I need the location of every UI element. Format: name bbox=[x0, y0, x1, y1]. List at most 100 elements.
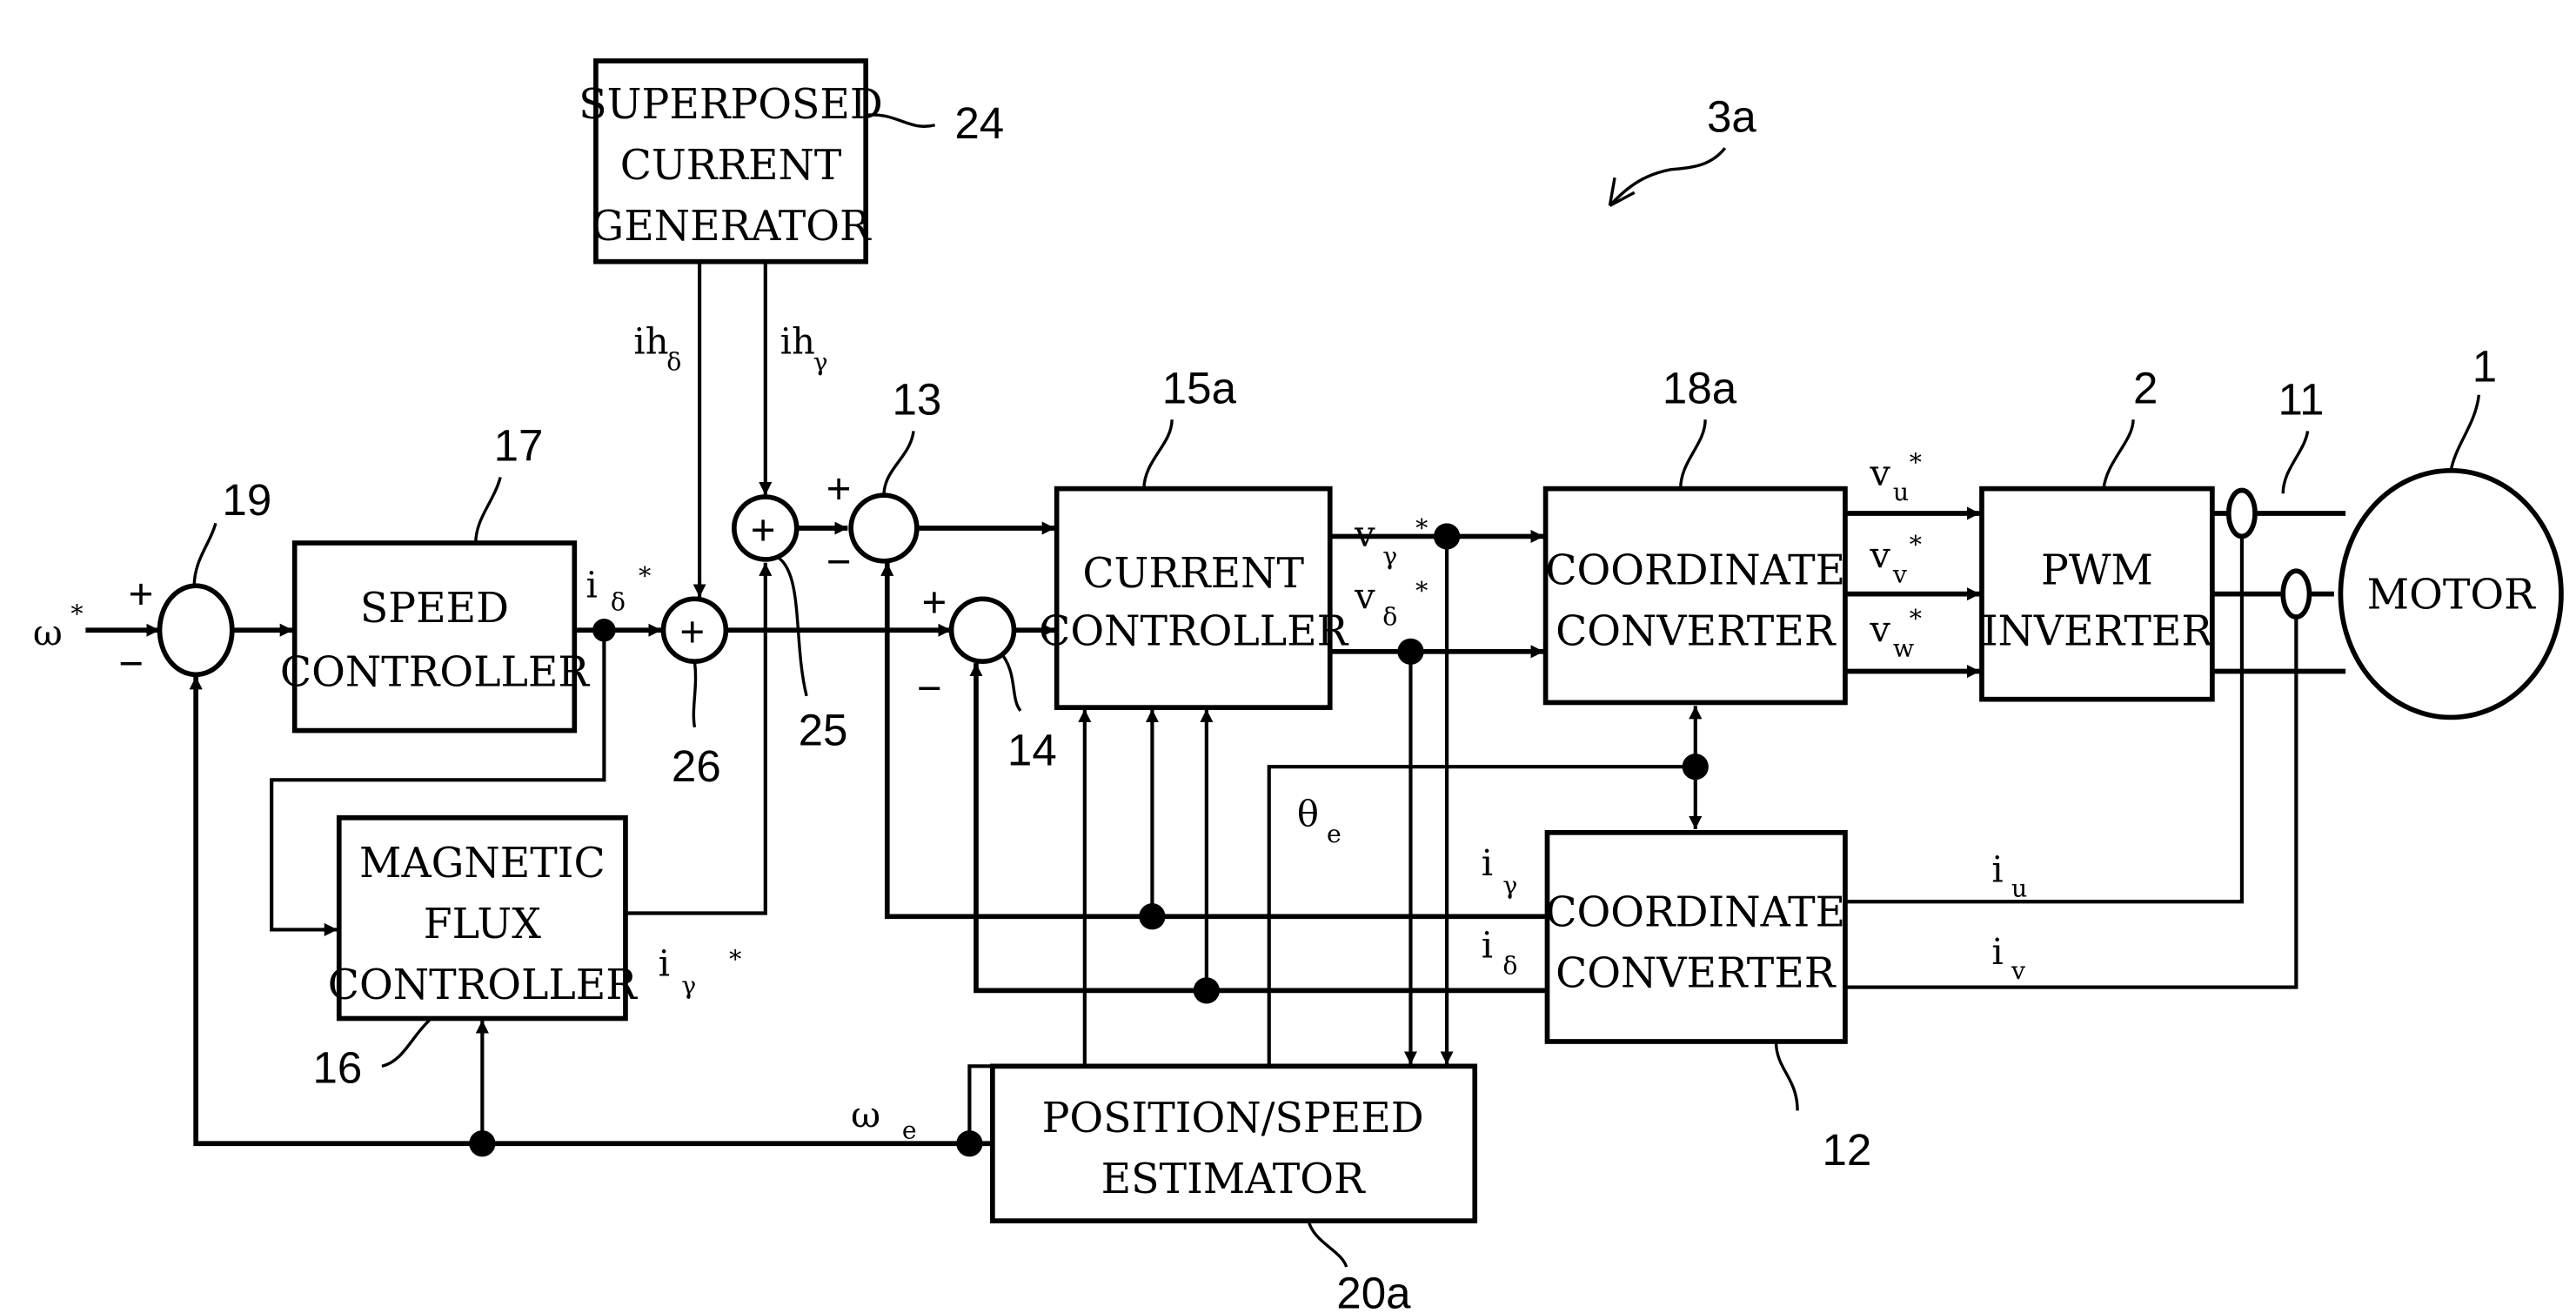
minus-sign: − bbox=[826, 538, 852, 586]
ref-number: 24 bbox=[954, 98, 1004, 148]
block-label-line: CONTROLLER bbox=[280, 649, 591, 697]
ref-number: 16 bbox=[312, 1042, 362, 1092]
signal-sub: γ bbox=[1382, 542, 1397, 571]
vw-ref-signal: v w * bbox=[1869, 604, 1922, 662]
signal-main: v bbox=[1354, 575, 1375, 618]
ih-delta-signal: ih δ bbox=[633, 320, 681, 377]
signal-sup: * bbox=[1910, 530, 1922, 559]
position-speed-estimator[interactable]: POSITION/SPEED ESTIMATOR 20a bbox=[990, 1063, 1478, 1313]
block-label-line: GENERATOR bbox=[591, 203, 872, 251]
ref-leader bbox=[381, 1019, 431, 1068]
magnetic-flux-controller[interactable]: MAGNETIC FLUX CONTROLLER 16 bbox=[312, 814, 639, 1092]
plus-sign: + bbox=[751, 506, 776, 554]
i-delta-feedback-wire bbox=[969, 663, 1548, 994]
coordinate-converter-12[interactable]: COORDINATE CONVERTER 12 bbox=[1544, 829, 1871, 1175]
speed-controller-box[interactable] bbox=[291, 540, 578, 734]
signal-sub: δ bbox=[666, 347, 681, 376]
signal-main: v bbox=[1869, 533, 1890, 576]
superposed-current-generator[interactable]: SUPERPOSED CURRENT GENERATOR 24 bbox=[579, 58, 1004, 265]
ref-leader bbox=[1774, 1041, 1799, 1111]
block-label-line: CONVERTER bbox=[1556, 950, 1837, 998]
signal-sup: * bbox=[729, 945, 741, 974]
summing-point-19: + − 19 bbox=[118, 475, 271, 687]
i-delta-signal: i δ bbox=[1482, 924, 1518, 981]
theta-e-signal: θ e bbox=[1297, 792, 1342, 848]
signal-sup: * bbox=[1415, 576, 1428, 605]
ref-number: 20a bbox=[1336, 1268, 1411, 1313]
summing-junction bbox=[848, 492, 920, 564]
speed-controller[interactable]: SPEED CONTROLLER 17 bbox=[280, 420, 591, 734]
signal-sub: δ bbox=[1382, 603, 1397, 632]
signal-sup: * bbox=[639, 561, 651, 590]
i-delta-ref-signal: i δ * bbox=[586, 561, 652, 616]
signal-sub: u bbox=[2011, 874, 2027, 903]
block-label-line: COORDINATE bbox=[1545, 546, 1845, 594]
signal-main: i bbox=[1482, 841, 1493, 884]
iu-signal: i u bbox=[1991, 848, 2027, 903]
block-label-line: ESTIMATOR bbox=[1101, 1156, 1366, 1203]
signal-main: ih bbox=[780, 320, 815, 363]
signal-main: ih bbox=[633, 320, 668, 363]
ref-leader bbox=[2281, 431, 2310, 494]
ref-leader bbox=[777, 556, 808, 697]
ref-number: 25 bbox=[799, 706, 848, 755]
signal-sub: γ bbox=[1502, 871, 1517, 900]
ref-number: 26 bbox=[672, 741, 721, 791]
omega-ref-signal: ω * bbox=[33, 600, 84, 653]
motor[interactable]: MOTOR 1 bbox=[2338, 342, 2564, 720]
block-label-line: SUPERPOSED bbox=[579, 81, 883, 129]
signal-main: v bbox=[1869, 452, 1890, 494]
ref-number: 18a bbox=[1663, 363, 1737, 412]
block-label-line: INVERTER bbox=[1982, 607, 2214, 655]
summing-junction bbox=[948, 596, 1017, 665]
signal-sub: u bbox=[1893, 478, 1909, 506]
summing-point-14: + − 14 bbox=[917, 579, 1057, 774]
ref-number: 19 bbox=[222, 475, 271, 525]
ref-leader bbox=[1307, 1220, 1348, 1268]
plus-sign: + bbox=[129, 571, 154, 619]
block-label-line: COORDINATE bbox=[1545, 889, 1845, 937]
signal-main: i bbox=[586, 563, 598, 606]
block-label-line: POSITION/SPEED bbox=[1042, 1095, 1424, 1142]
signal-sup: * bbox=[1910, 448, 1922, 477]
signal-main: v bbox=[1869, 607, 1890, 650]
pwm-inverter[interactable]: PWM INVERTER 2 bbox=[1979, 363, 2215, 702]
signal-sub: e bbox=[902, 1116, 917, 1145]
ref-number: 15a bbox=[1162, 363, 1237, 412]
summing-point-13: + − 13 bbox=[826, 375, 942, 586]
coordinate-converter-12-box[interactable] bbox=[1544, 829, 1848, 1044]
block-label-line: CONTROLLER bbox=[328, 961, 639, 1009]
coordinate-converter-18a-box[interactable] bbox=[1542, 486, 1848, 706]
v-delta-ref-signal: v δ * bbox=[1354, 575, 1428, 632]
signal-main: i bbox=[659, 941, 670, 984]
summing-point-26: + 26 bbox=[660, 596, 729, 791]
signal-main: θ bbox=[1297, 792, 1319, 834]
ref-leader bbox=[882, 431, 915, 496]
block-label-line: MAGNETIC bbox=[359, 840, 606, 888]
ref-leader bbox=[192, 522, 217, 586]
minus-sign: − bbox=[118, 640, 144, 687]
vv-ref-signal: v v * bbox=[1869, 530, 1922, 588]
minus-sign: − bbox=[917, 664, 942, 712]
signal-sup: * bbox=[70, 600, 83, 628]
figure-label: 3a bbox=[1707, 91, 1756, 141]
ref-number: 12 bbox=[1822, 1125, 1871, 1175]
signal-sub: e bbox=[1327, 820, 1342, 848]
ref-number: 13 bbox=[892, 375, 941, 425]
plus-sign: + bbox=[826, 466, 852, 513]
current-controller[interactable]: CURRENT CONTROLLER 15a bbox=[1039, 363, 1349, 710]
block-label-line: CURRENT bbox=[1082, 550, 1304, 598]
omega-e-signal: ω e bbox=[851, 1093, 916, 1144]
current-controller-box[interactable] bbox=[1054, 486, 1333, 710]
ref-leader bbox=[1142, 419, 1174, 489]
signal-main: i bbox=[1482, 924, 1493, 967]
block-label-line: FLUX bbox=[424, 901, 541, 948]
ref-leader bbox=[2102, 419, 2135, 489]
v-gamma-ref-signal: v γ * bbox=[1354, 512, 1428, 571]
coordinate-converter-18a[interactable]: COORDINATE CONVERTER 18a bbox=[1542, 363, 1848, 706]
ref-number: 14 bbox=[1007, 725, 1057, 774]
summing-junction bbox=[157, 583, 235, 678]
ref-leader bbox=[1679, 419, 1707, 489]
ref-number: 1 bbox=[2472, 342, 2497, 392]
vu-ref-signal: v u * bbox=[1869, 448, 1922, 506]
